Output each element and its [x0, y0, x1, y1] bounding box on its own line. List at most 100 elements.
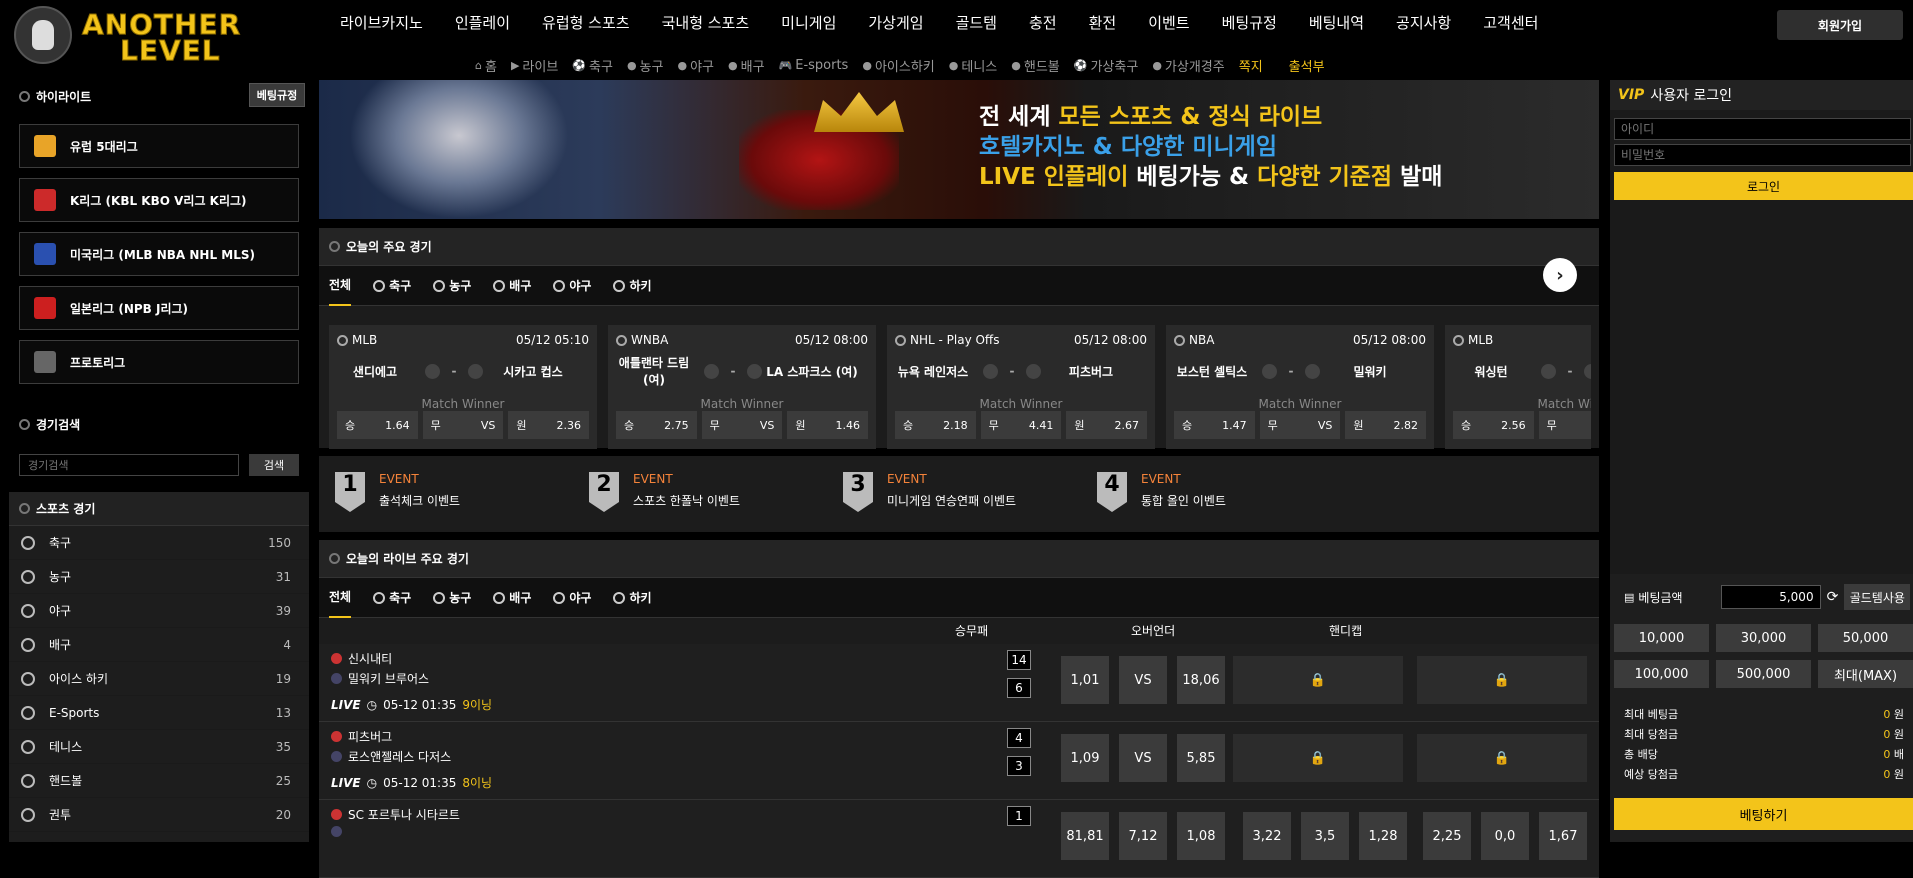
- odds-button[interactable]: 81,81: [1061, 812, 1109, 860]
- sport-row[interactable]: E-Sports 13: [9, 696, 309, 730]
- site-logo[interactable]: ANOTHER LEVEL: [14, 6, 334, 68]
- tab-5[interactable]: 하키: [613, 266, 652, 306]
- handicap-button[interactable]: 1,67: [1539, 812, 1587, 860]
- quick-amount-button[interactable]: 100,000: [1614, 660, 1709, 688]
- odds-button[interactable]: 원 2.36: [508, 411, 590, 439]
- odds-button[interactable]: 원 1.46: [787, 411, 869, 439]
- odds-button[interactable]: 원 2.67: [1066, 411, 1148, 439]
- handicap-button[interactable]: 2,25: [1423, 812, 1471, 860]
- nav-item[interactable]: 인플레이: [455, 12, 510, 34]
- subnav-highlight[interactable]: 출석부: [1289, 56, 1325, 75]
- league-item[interactable]: 유럽 5대리그: [19, 124, 299, 168]
- tab-1[interactable]: 축구: [373, 578, 411, 618]
- nav-item[interactable]: 환전: [1089, 12, 1117, 34]
- quick-amount-button[interactable]: 30,000: [1716, 624, 1811, 652]
- odds-button[interactable]: 1,08: [1177, 812, 1225, 860]
- event-item[interactable]: 4 EVENT 통합 올인 이벤트: [1097, 472, 1226, 516]
- nav-item[interactable]: 베팅규정: [1222, 12, 1277, 34]
- subnav-item[interactable]: ● 농구: [627, 56, 664, 75]
- event-item[interactable]: 2 EVENT 스포츠 한폴낙 이벤트: [589, 472, 740, 516]
- odds-button[interactable]: 무 4.41: [980, 411, 1062, 439]
- odds-button[interactable]: 1,09: [1061, 734, 1109, 782]
- odds-button[interactable]: 1,01: [1061, 656, 1109, 704]
- subnav-item[interactable]: ⚽ 가상축구: [1074, 56, 1139, 75]
- subnav-item[interactable]: ● 가상개경주: [1152, 56, 1224, 75]
- tab-3[interactable]: 배구: [493, 578, 531, 618]
- gold-item-button[interactable]: 골드템사용: [1844, 584, 1911, 610]
- nav-item[interactable]: 유럽형 스포츠: [542, 12, 630, 34]
- tab-4[interactable]: 야구: [553, 266, 591, 306]
- tab-4[interactable]: 야구: [553, 578, 591, 618]
- nav-item[interactable]: 라이브카지노: [340, 12, 423, 34]
- odds-button[interactable]: 무V: [1538, 411, 1591, 439]
- odds-button[interactable]: 승 2.18: [895, 411, 976, 439]
- league-item[interactable]: 미국리그 (MLB NBA NHL MLS): [19, 232, 299, 276]
- odds-button[interactable]: VS: [1119, 734, 1167, 782]
- nav-item[interactable]: 공지사항: [1396, 12, 1451, 34]
- odds-button[interactable]: 7,12: [1119, 812, 1167, 860]
- betting-rules-button[interactable]: 베팅규정: [249, 83, 305, 107]
- league-item[interactable]: K리그 (KBL KBO V리그 K리그): [19, 178, 299, 222]
- event-item[interactable]: 1 EVENT 출석체크 이벤트: [335, 472, 460, 516]
- nav-item[interactable]: 베팅내역: [1309, 12, 1364, 34]
- quick-amount-button[interactable]: 최대(MAX): [1818, 660, 1913, 688]
- nav-item[interactable]: 충전: [1029, 12, 1057, 34]
- tab-0[interactable]: 전체: [329, 578, 352, 618]
- sport-row[interactable]: 테니스 35: [9, 730, 309, 764]
- next-arrow-icon[interactable]: ›: [1543, 258, 1577, 292]
- match-card[interactable]: NBA 05/12 08:00 보스턴 셀틱스 - 밀워키 Match Winner 승 1.…: [1166, 325, 1434, 449]
- password-input[interactable]: [1614, 144, 1911, 166]
- odds-button[interactable]: 원 2.82: [1345, 411, 1427, 439]
- nav-item[interactable]: 가상게임: [868, 12, 923, 34]
- odds-button[interactable]: 승 1.64: [337, 411, 418, 439]
- subnav-item[interactable]: ▶ 라이브: [511, 56, 558, 75]
- nav-item[interactable]: 골드템: [956, 12, 997, 34]
- sport-row[interactable]: 배구 4: [9, 628, 309, 662]
- tab-0[interactable]: 전체: [329, 266, 352, 306]
- odds-button[interactable]: 18,06: [1177, 656, 1225, 704]
- subnav-item[interactable]: ⌂ 홈: [475, 56, 497, 75]
- tab-1[interactable]: 축구: [373, 266, 411, 306]
- odds-button[interactable]: 승 2.56: [1453, 411, 1534, 439]
- nav-item[interactable]: 미니게임: [781, 12, 836, 34]
- odds-button[interactable]: 무 VS: [701, 411, 783, 439]
- quick-amount-button[interactable]: 10,000: [1614, 624, 1709, 652]
- sport-row[interactable]: 권투 20: [9, 798, 309, 832]
- league-item[interactable]: 프로토리그: [19, 340, 299, 384]
- quick-amount-button[interactable]: 500,000: [1716, 660, 1811, 688]
- match-card[interactable]: WNBA 05/12 08:00 애틀랜타 드림 (여) - LA 스파크스 (여) Ma…: [608, 325, 876, 449]
- subnav-item[interactable]: ● 핸드볼: [1011, 56, 1060, 75]
- subnav-item[interactable]: ● 테니스: [949, 56, 998, 75]
- event-item[interactable]: 3 EVENT 미니게임 연승연패 이벤트: [843, 472, 1016, 516]
- handicap-button[interactable]: 0,0: [1481, 812, 1529, 860]
- subnav-item[interactable]: 🎮 E-sports: [779, 56, 849, 75]
- login-button[interactable]: 로그인: [1614, 172, 1913, 200]
- tab-5[interactable]: 하키: [613, 578, 652, 618]
- over-under-button[interactable]: 3,22: [1243, 812, 1291, 860]
- sport-row[interactable]: 축구 150: [9, 526, 309, 560]
- odds-button[interactable]: VS: [1119, 656, 1167, 704]
- league-item[interactable]: 일본리그 (NPB J리그): [19, 286, 299, 330]
- match-search-input[interactable]: [19, 454, 239, 476]
- promo-banner[interactable]: 전 세계 모든 스포츠 & 정식 라이브 호텔카지노 & 다양한 미니게임 LI…: [319, 80, 1599, 219]
- signup-button[interactable]: 회원가입: [1777, 10, 1903, 40]
- odds-button[interactable]: 무 VS: [1259, 411, 1341, 439]
- subnav-item[interactable]: ● 배구: [728, 56, 765, 75]
- nav-item[interactable]: 국내형 스포츠: [662, 12, 750, 34]
- sport-row[interactable]: 농구 31: [9, 560, 309, 594]
- nav-item[interactable]: 고객센터: [1483, 12, 1538, 34]
- subnav-item[interactable]: ● 아이스하키: [862, 56, 934, 75]
- over-under-button[interactable]: 1,28: [1359, 812, 1407, 860]
- place-bet-button[interactable]: 베팅하기: [1614, 798, 1913, 830]
- odds-button[interactable]: 5,85: [1177, 734, 1225, 782]
- odds-button[interactable]: 승 2.75: [616, 411, 697, 439]
- match-card[interactable]: MLB 05/12 05:10 샌디에고 - 시카고 컵스 Match Winner 승 1.…: [329, 325, 597, 449]
- quick-amount-button[interactable]: 50,000: [1818, 624, 1913, 652]
- sport-row[interactable]: 아이스 하키 19: [9, 662, 309, 696]
- match-card[interactable]: MLB워싱턴-Match Winner승2.56무V원: [1445, 325, 1591, 449]
- tab-2[interactable]: 농구: [433, 266, 471, 306]
- tab-2[interactable]: 농구: [433, 578, 471, 618]
- search-button[interactable]: 검색: [249, 454, 299, 476]
- stake-input[interactable]: [1720, 585, 1821, 609]
- odds-button[interactable]: 승 1.47: [1174, 411, 1255, 439]
